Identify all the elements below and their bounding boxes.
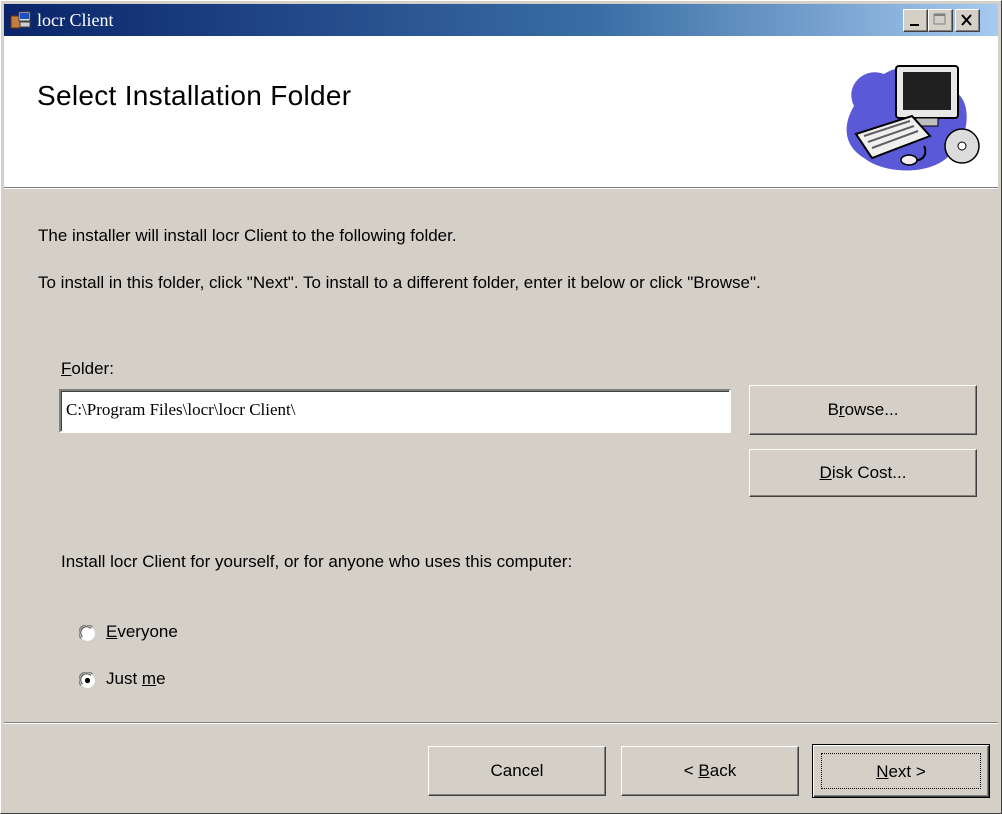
next-button-focus-rect: Next > [821, 753, 981, 789]
close-icon [961, 14, 972, 26]
folder-path-input[interactable]: C:\Program Files\locr\locr Client\ [59, 389, 731, 433]
minimize-icon [910, 24, 919, 26]
installer-window: locr Client Select Installation Folder T… [0, 0, 1002, 814]
radio-selected[interactable] [79, 672, 96, 689]
maximize-icon [933, 13, 946, 25]
header-banner: Select Installation Folder [4, 36, 998, 187]
instruction-text: To install in this folder, click "Next".… [38, 273, 761, 292]
header-divider [4, 187, 998, 189]
radio-unselected[interactable] [79, 625, 96, 642]
page-title: Select Installation Folder [37, 80, 352, 111]
cancel-button[interactable]: Cancel [428, 746, 606, 796]
folder-label: Folder: [61, 359, 114, 378]
radio-everyone-label: Everyone [106, 622, 178, 641]
intro-text: The installer will install locr Client t… [38, 226, 457, 245]
minimize-button[interactable] [903, 9, 928, 32]
installer-app-icon [10, 11, 31, 29]
radio-just-me-label: Just me [106, 669, 166, 688]
title-bar[interactable]: locr Client [4, 4, 998, 36]
folder-path-value: C:\Program Files\locr\locr Client\ [66, 400, 296, 419]
maximize-button[interactable] [928, 9, 953, 32]
close-button[interactable] [955, 9, 980, 32]
window-title: locr Client [37, 10, 114, 30]
back-button[interactable]: < Back [621, 746, 799, 796]
footer-divider [4, 722, 998, 724]
browse-button[interactable]: Browse... [749, 385, 977, 435]
disk-cost-button[interactable]: Disk Cost... [749, 449, 977, 497]
install-scope-prompt: Install locr Client for yourself, or for… [61, 552, 573, 571]
computer-cd-illustration [846, 65, 980, 171]
next-button[interactable]: Next > [812, 744, 990, 798]
